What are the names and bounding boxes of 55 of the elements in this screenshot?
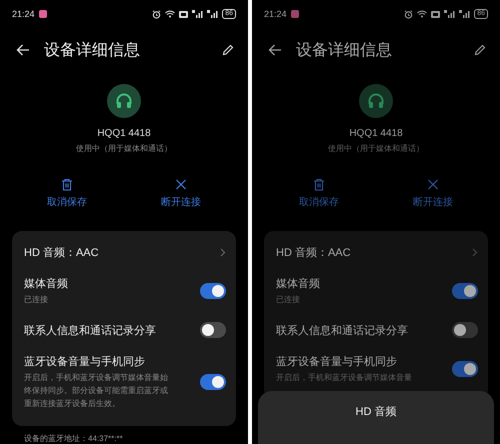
hd-icon	[431, 10, 440, 18]
trash-icon	[61, 178, 73, 191]
disconnect-button[interactable]: 断开连接	[161, 178, 201, 209]
trash-icon	[313, 178, 325, 191]
signal-icon	[192, 10, 204, 18]
toggle-switch[interactable]	[452, 283, 478, 299]
setting-label: 蓝牙设备音量与手机同步	[276, 354, 398, 369]
toggle-switch[interactable]	[452, 322, 478, 338]
close-icon	[175, 178, 187, 191]
signal-icon	[444, 10, 456, 18]
device-name: HQQ1 4418	[349, 128, 403, 139]
device-status: 使用中（用于媒体和通话）	[328, 143, 424, 154]
bluetooth-address: 设备的蓝牙地址：44:37**:**	[23, 433, 124, 444]
device-name: HQQ1 4418	[97, 128, 151, 139]
wifi-icon	[417, 10, 428, 18]
disconnect-button[interactable]: 断开连接	[413, 178, 453, 209]
delete-button[interactable]: 取消保存	[47, 178, 87, 209]
setting-description: 已连接	[276, 294, 301, 306]
delete-button[interactable]: 取消保存	[299, 178, 339, 209]
setting-label: 联系人信息和通话记录分享	[24, 324, 156, 338]
toggle-switch[interactable]	[452, 361, 478, 377]
app-notification-icon	[290, 10, 299, 18]
setting-description: 开启后，手机和蓝牙设备调节媒体音量始终保持同步。部分设备可能需重启蓝牙或重新连接蓝牙设备后生效。	[24, 372, 169, 410]
app-notification-icon	[38, 10, 47, 18]
signal-icon	[459, 10, 470, 18]
alarm-icon	[404, 10, 414, 18]
page-title: 设备详细信息	[44, 40, 141, 60]
setting-description: 开启后，手机和蓝牙设备调节媒体音量	[276, 372, 412, 384]
page-title: 设备详细信息	[296, 40, 393, 60]
edit-icon[interactable]	[474, 44, 486, 56]
setting-label: HD 音频：AAC	[24, 246, 99, 260]
signal-icon	[207, 10, 218, 18]
setting-label: 蓝牙设备音量与手机同步	[24, 354, 146, 369]
status-time: 21:24	[12, 9, 35, 19]
back-arrow-icon[interactable]	[268, 44, 282, 56]
setting-label: HD 音频：AAC	[276, 246, 351, 260]
device-status: 使用中（用于媒体和通话）	[76, 143, 172, 154]
close-icon	[427, 178, 439, 191]
toggle-switch[interactable]	[200, 283, 226, 299]
wifi-icon	[165, 10, 176, 18]
setting-label: 媒体音频	[24, 276, 68, 291]
setting-label: 联系人信息和通话记录分享	[276, 324, 408, 338]
headphones-icon	[359, 84, 393, 118]
setting-description: 已连接	[24, 294, 49, 306]
back-arrow-icon[interactable]	[16, 44, 30, 56]
chevron-right-icon[interactable]	[220, 248, 226, 257]
hd-icon	[179, 10, 188, 18]
alarm-icon	[152, 10, 162, 18]
status-time: 21:24	[264, 9, 287, 19]
edit-icon[interactable]	[222, 44, 234, 56]
toggle-switch[interactable]	[200, 374, 226, 390]
setting-label: 媒体音频	[276, 276, 320, 291]
sheet-title: HD 音频	[356, 404, 396, 418]
toggle-switch[interactable]	[200, 322, 226, 338]
headphones-icon	[107, 84, 141, 118]
